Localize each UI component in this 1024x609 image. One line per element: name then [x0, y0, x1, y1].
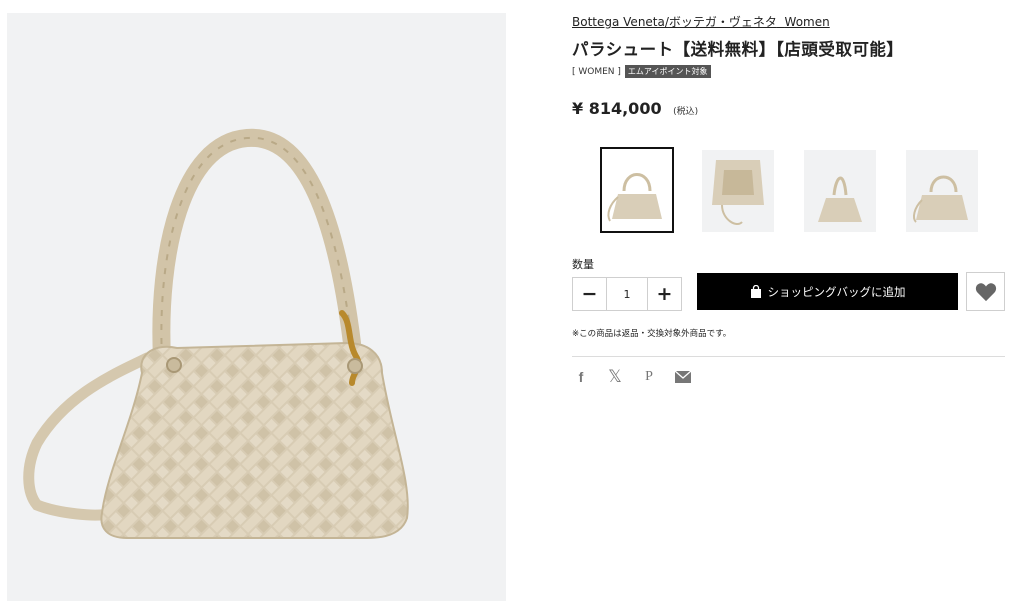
shopping-bag-icon: [750, 285, 761, 298]
favorite-button[interactable]: [966, 272, 1005, 311]
add-to-bag-button[interactable]: ショッピングバッグに追加: [697, 273, 958, 310]
brand-link[interactable]: Bottega Veneta/ボッテガ・ヴェネタ Women: [572, 13, 830, 30]
add-to-bag-label: ショッピングバッグに追加: [767, 284, 906, 299]
point-badge: エムアイポイント対象: [624, 65, 711, 78]
thumb-inside-image: [712, 160, 764, 225]
quantity-stepper: − 1 +: [572, 277, 682, 311]
category-label: [ WOMEN ]: [572, 66, 621, 77]
thumbnail-inside[interactable]: [702, 150, 774, 232]
category-row: [ WOMEN ] エムアイポイント対象: [572, 65, 711, 78]
thumbnail-gallery: [600, 147, 980, 233]
mail-icon[interactable]: [674, 368, 692, 386]
brand-gender[interactable]: Women: [785, 15, 830, 29]
quantity-label: 数量: [572, 258, 594, 271]
main-product-image: [7, 13, 506, 601]
facebook-icon[interactable]: f: [572, 368, 590, 386]
tax-note: (税込): [673, 107, 699, 117]
heart-icon: [975, 282, 996, 301]
share-bar: f 𝕏 P: [572, 367, 708, 387]
x-icon[interactable]: 𝕏: [606, 367, 624, 387]
thumbnail-front[interactable]: [600, 147, 674, 233]
envelope-shape: [675, 371, 691, 383]
quantity-increase-button[interactable]: +: [648, 278, 681, 310]
thumb-side-image: [818, 176, 862, 222]
bag-illustration: [23, 128, 409, 539]
quantity-value[interactable]: 1: [606, 278, 648, 310]
product-title: パラシュート【送料無料】【店頭受取可能】: [572, 40, 904, 59]
quantity-decrease-button[interactable]: −: [573, 278, 606, 310]
price-value: ¥ 814,000: [572, 99, 662, 118]
return-policy-note: ※この商品は返品・交換対象外商品です。: [572, 329, 732, 339]
thumb-angle-image: [913, 175, 968, 223]
divider: [572, 356, 1005, 357]
thumb-front-image: [607, 173, 662, 222]
price-row: ¥ 814,000 (税込): [572, 99, 698, 118]
thumbnail-angle[interactable]: [906, 150, 978, 232]
thumbnail-side[interactable]: [804, 150, 876, 232]
pinterest-icon[interactable]: P: [640, 368, 658, 386]
brand-name[interactable]: Bottega Veneta/ボッテガ・ヴェネタ: [572, 15, 777, 29]
